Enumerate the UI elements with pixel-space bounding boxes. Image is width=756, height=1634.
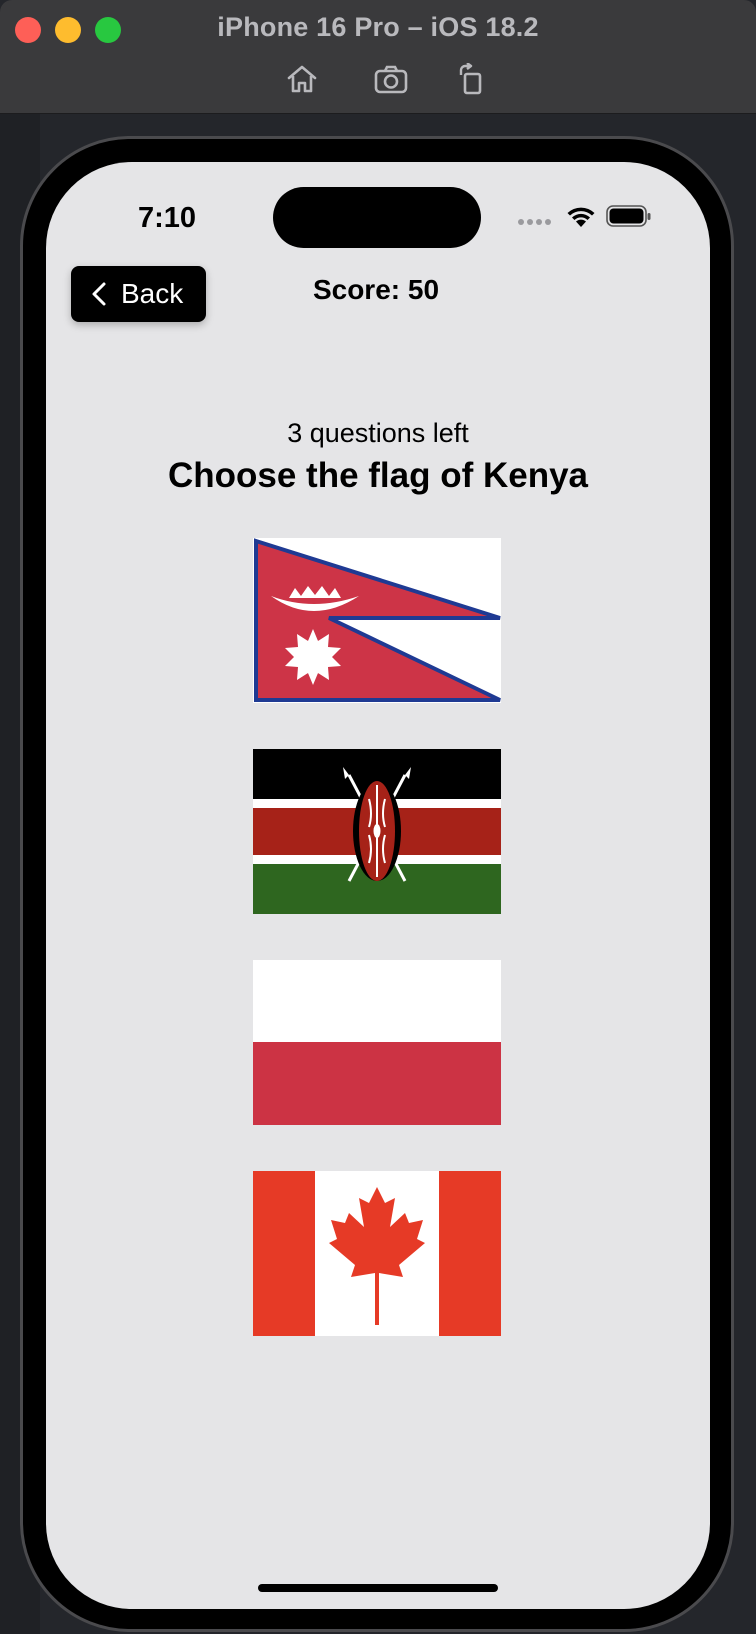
cellular-signal-icon bbox=[518, 219, 551, 225]
flag-option-1[interactable] bbox=[253, 538, 501, 703]
back-button[interactable]: Back bbox=[71, 266, 206, 322]
window-title: iPhone 16 Pro – iOS 18.2 bbox=[217, 12, 539, 42]
rotate-icon[interactable] bbox=[454, 62, 490, 96]
poland-flag-icon bbox=[253, 960, 501, 1125]
wifi-icon bbox=[567, 207, 595, 227]
status-time: 7:10 bbox=[138, 202, 197, 234]
canada-flag-icon bbox=[253, 1171, 501, 1336]
home-indicator[interactable] bbox=[258, 1584, 498, 1592]
kenya-flag-icon bbox=[253, 749, 501, 914]
question-prompt: Choose the flag of Kenya bbox=[167, 456, 589, 495]
back-button-label: Back bbox=[121, 278, 184, 309]
home-icon[interactable] bbox=[284, 62, 320, 96]
flag-option-3[interactable] bbox=[253, 960, 501, 1125]
dynamic-island bbox=[273, 187, 481, 248]
score-label: Score: 50 bbox=[312, 274, 440, 305]
flag-option-4[interactable] bbox=[253, 1171, 501, 1336]
flag-option-2[interactable] bbox=[253, 749, 501, 914]
chevron-left-icon bbox=[92, 282, 106, 306]
screenshot-icon[interactable] bbox=[373, 62, 409, 96]
phone-screen: 7:10 Back Score: 50 3 questions left Cho… bbox=[46, 162, 710, 1609]
battery-icon bbox=[606, 205, 651, 227]
questions-left-label: 3 questions left bbox=[287, 418, 469, 448]
nepal-flag-icon bbox=[253, 538, 501, 703]
simulator-titlebar: iPhone 16 Pro – iOS 18.2 bbox=[0, 0, 756, 114]
